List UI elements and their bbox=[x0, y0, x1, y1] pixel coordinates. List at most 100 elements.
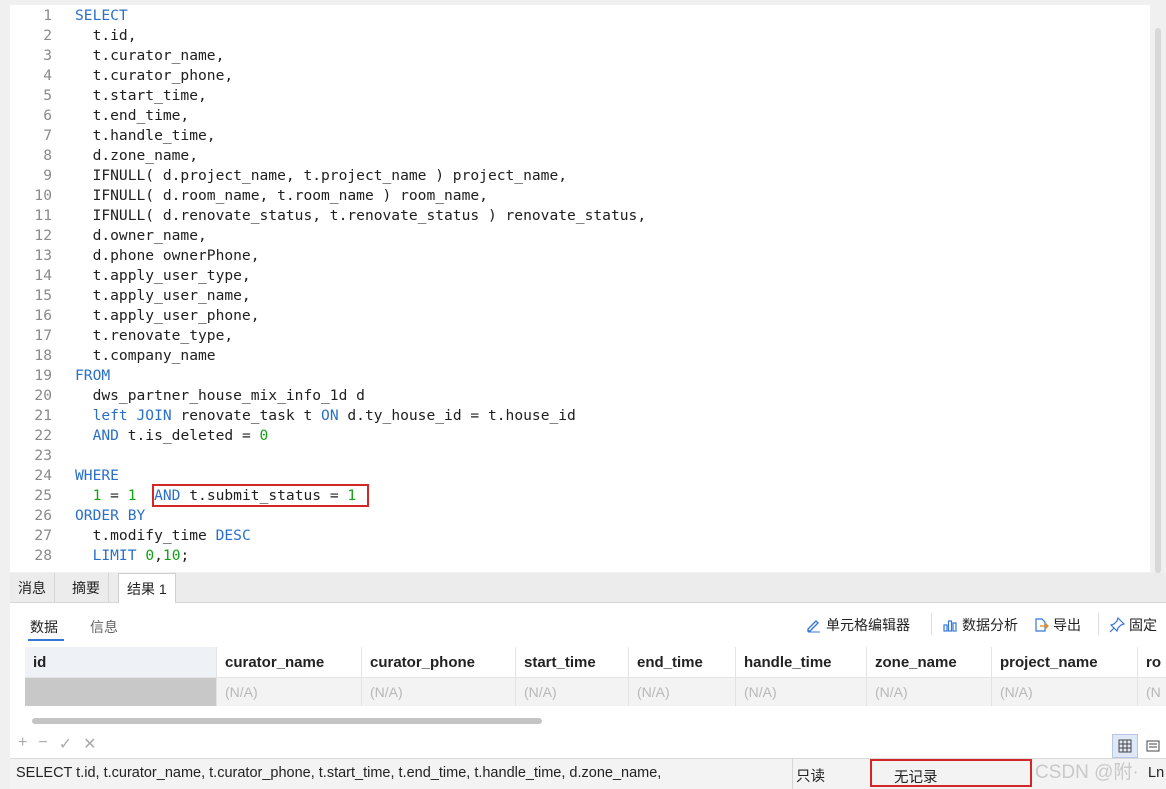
line-number: 27 bbox=[34, 527, 52, 544]
line-number: 22 bbox=[34, 427, 52, 444]
cancel-x-icon[interactable]: ✕ bbox=[83, 734, 96, 754]
line-number: 18 bbox=[34, 347, 52, 364]
cell-editor-button[interactable]: 单元格编辑器 bbox=[806, 615, 910, 635]
code-text: left JOIN renovate_task t ON d.ty_house_… bbox=[92, 407, 576, 424]
sql-editor[interactable]: 1 SELECT 2 t.id, 3 t.curator_name, 4 t.curat… bbox=[10, 5, 1150, 572]
pin-icon bbox=[1109, 617, 1125, 633]
column-header-curator_phone[interactable]: curator_phone bbox=[362, 647, 516, 678]
grid-cell[interactable]: (N bbox=[1138, 678, 1166, 706]
code-text: t.apply_user_name, bbox=[75, 287, 251, 304]
line-number: 26 bbox=[34, 507, 52, 524]
line-number: 7 bbox=[43, 127, 52, 144]
grid-cell[interactable]: (N/A) bbox=[516, 678, 629, 706]
grid-cell[interactable]: (N/A) bbox=[629, 678, 736, 706]
tab-result-1[interactable]: 结果 1 bbox=[118, 573, 176, 604]
subtab-info[interactable]: 信息 bbox=[90, 617, 118, 637]
grid-cell[interactable]: (N/A) bbox=[25, 678, 217, 706]
grid-cell[interactable]: (N/A) bbox=[736, 678, 867, 706]
line-number: 8 bbox=[43, 147, 52, 164]
status-readonly: 只读 bbox=[796, 769, 825, 785]
export-icon bbox=[1035, 618, 1049, 632]
cell-editor-label: 单元格编辑器 bbox=[826, 617, 910, 633]
grid-cell[interactable]: (N/A) bbox=[867, 678, 992, 706]
line-number: 15 bbox=[34, 287, 52, 304]
code-text: FROM bbox=[75, 367, 111, 384]
subtab-active-indicator bbox=[28, 639, 64, 641]
code-text: dws_partner_house_mix_info_1d d bbox=[75, 387, 365, 404]
code-text: 1 = 1 AND t.submit_status = 1 bbox=[92, 487, 357, 504]
code-text: SELECT bbox=[75, 7, 128, 24]
code-text: t.curator_phone, bbox=[75, 67, 234, 84]
status-divider bbox=[792, 759, 793, 789]
data-analysis-label: 数据分析 bbox=[962, 617, 1018, 633]
status-sql-preview: SELECT t.id, t.curator_name, t.curator_p… bbox=[16, 765, 662, 781]
apply-check-icon[interactable]: ✓ bbox=[59, 734, 72, 754]
column-header-ro[interactable]: ro bbox=[1138, 647, 1166, 678]
line-number: 13 bbox=[34, 247, 52, 264]
grid-cell[interactable]: (N/A) bbox=[362, 678, 516, 706]
column-header-project_name[interactable]: project_name bbox=[992, 647, 1138, 678]
grid-cell[interactable]: (N/A) bbox=[992, 678, 1138, 706]
code-text: ORDER BY bbox=[75, 507, 146, 524]
toolbar-divider bbox=[931, 613, 932, 635]
line-number: 28 bbox=[34, 547, 52, 564]
row-actions: + − ✓ ✕ bbox=[18, 734, 97, 754]
pin-button[interactable]: 固定 bbox=[1109, 615, 1157, 635]
tab-summary[interactable]: 摘要 bbox=[64, 573, 109, 603]
line-number: 24 bbox=[34, 467, 52, 484]
grid-view-icon bbox=[1118, 739, 1132, 753]
code-text: t.curator_name, bbox=[75, 47, 225, 64]
column-header-curator_name[interactable]: curator_name bbox=[217, 647, 362, 678]
code-text: t.company_name bbox=[75, 347, 216, 364]
export-button[interactable]: 导出 bbox=[1033, 615, 1081, 635]
line-number: 17 bbox=[34, 327, 52, 344]
result-grid: id (N/A) curator_name (N/A) curator_phone (N/… bbox=[25, 647, 1166, 707]
tab-messages[interactable]: 消息 bbox=[10, 573, 55, 603]
column-header-id[interactable]: id bbox=[25, 647, 217, 678]
code-text: t.handle_time, bbox=[75, 127, 216, 144]
grid-cell[interactable]: (N/A) bbox=[217, 678, 362, 706]
editor-vertical-scrollbar[interactable] bbox=[1155, 28, 1161, 573]
subtab-data[interactable]: 数据 bbox=[30, 617, 58, 637]
result-data-panel: 数据 信息 单元格编辑器 数据分析 导出 固定 id (N/A) curator_n… bbox=[10, 603, 1166, 758]
line-number: 14 bbox=[34, 267, 52, 284]
form-view-button[interactable] bbox=[1140, 734, 1166, 758]
code-text: IFNULL( d.room_name, t.room_name ) room_… bbox=[75, 187, 488, 204]
line-number: 20 bbox=[34, 387, 52, 404]
line-number: 16 bbox=[34, 307, 52, 324]
column-header-zone_name[interactable]: zone_name bbox=[867, 647, 992, 678]
line-number: 9 bbox=[43, 167, 52, 184]
line-number: 12 bbox=[34, 227, 52, 244]
line-number: 5 bbox=[43, 87, 52, 104]
code-text: t.id, bbox=[75, 27, 137, 44]
code-text: t.renovate_type, bbox=[75, 327, 234, 344]
status-bar: SELECT t.id, t.curator_name, t.curator_p… bbox=[10, 758, 1166, 789]
code-text: t.modify_time DESC bbox=[75, 527, 251, 544]
code-text: d.zone_name, bbox=[75, 147, 199, 164]
add-row-icon[interactable]: + bbox=[18, 734, 27, 754]
delete-row-icon[interactable]: − bbox=[38, 734, 47, 754]
column-header-start_time[interactable]: start_time bbox=[516, 647, 629, 678]
line-number: 23 bbox=[34, 447, 52, 464]
code-text: WHERE bbox=[75, 467, 119, 484]
code-text: t.start_time, bbox=[75, 87, 207, 104]
pin-label: 固定 bbox=[1129, 617, 1157, 633]
status-record-count: 无记录 bbox=[870, 759, 1032, 787]
line-number: 11 bbox=[34, 207, 52, 224]
column-header-end_time[interactable]: end_time bbox=[629, 647, 736, 678]
line-number: 3 bbox=[43, 47, 52, 64]
grid-view-button[interactable] bbox=[1112, 734, 1138, 758]
bar-chart-icon bbox=[943, 620, 957, 632]
code-text: d.owner_name, bbox=[75, 227, 207, 244]
code-text: IFNULL( d.renovate_status, t.renovate_st… bbox=[75, 207, 647, 224]
column-header-handle_time[interactable]: handle_time bbox=[736, 647, 867, 678]
status-line-indicator: Ln bbox=[1148, 765, 1165, 781]
form-view-icon bbox=[1146, 740, 1160, 752]
code-text: d.phone ownerPhone, bbox=[75, 247, 260, 264]
grid-horizontal-scrollbar[interactable] bbox=[32, 718, 542, 724]
code-text: IFNULL( d.project_name, t.project_name )… bbox=[75, 167, 568, 184]
line-number: 19 bbox=[34, 367, 52, 384]
data-analysis-button[interactable]: 数据分析 bbox=[942, 615, 1018, 635]
line-number: 2 bbox=[43, 27, 52, 44]
line-number: 25 bbox=[34, 487, 52, 504]
